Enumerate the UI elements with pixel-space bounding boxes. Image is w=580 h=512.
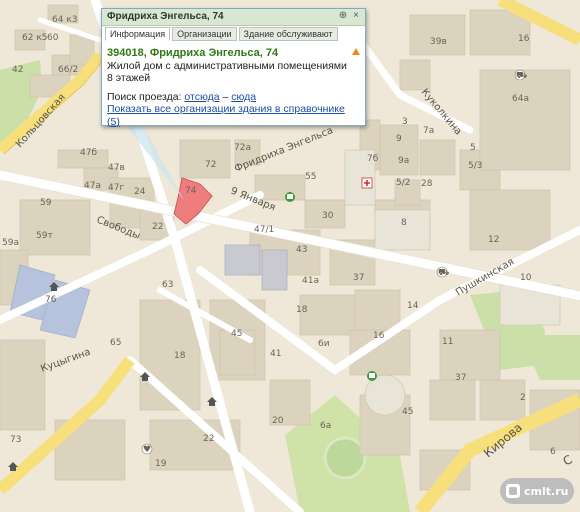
house-number: 42 xyxy=(12,65,23,75)
house-number: 62 к5 xyxy=(22,33,47,43)
house-number: 72а xyxy=(234,143,251,153)
house-number: 3 xyxy=(402,117,408,127)
park-fountain xyxy=(323,436,367,480)
house-number: 18 xyxy=(174,351,186,361)
route-label: Поиск проезда: xyxy=(107,90,182,103)
house-number: 16 xyxy=(373,331,385,341)
balloon-address: 394018, Фридриха Энгельса, 74 xyxy=(107,47,279,59)
shopping-cart-icon[interactable]: ⛟ xyxy=(514,69,527,81)
house-number: 76 xyxy=(45,295,57,305)
house-number: 2 xyxy=(520,393,526,403)
svg-text:⛟: ⛟ xyxy=(516,71,527,81)
tab-information[interactable]: Информация xyxy=(105,27,171,41)
clothes-icon[interactable]: ♥ xyxy=(141,443,153,455)
house-number: 18 xyxy=(296,305,308,315)
house-number: 6 xyxy=(550,447,556,457)
house-number: 59а xyxy=(2,238,19,248)
house-number: 10 xyxy=(520,273,532,283)
house-number: 72 xyxy=(205,160,216,170)
house-number: 74 xyxy=(185,186,197,196)
close-icon[interactable]: × xyxy=(350,10,362,22)
show-organizations-link[interactable]: Показать все организации здания в справо… xyxy=(107,103,359,128)
house-number: 73 xyxy=(10,435,21,445)
house-number: 19 xyxy=(155,459,167,469)
pin-icon[interactable]: ⊕ xyxy=(337,10,349,22)
balloon-header: Фридриха Энгельса, 74 ⊕ × xyxy=(102,9,365,26)
house-number: 7б xyxy=(367,154,379,164)
medical-cross-icon[interactable] xyxy=(361,177,373,189)
house-number: 64 к3 xyxy=(52,15,77,25)
tab-organizations[interactable]: Организации xyxy=(172,27,237,41)
house-number: 12 xyxy=(488,235,499,245)
house-number: 8 xyxy=(401,218,407,228)
house-number: 66/2 xyxy=(58,65,78,75)
house-number: 65 xyxy=(110,338,121,348)
route-from-link[interactable]: отсюда xyxy=(184,91,219,103)
house-number: 9а xyxy=(398,156,409,166)
house-number: 59 xyxy=(40,198,52,208)
house-number: 24 xyxy=(134,187,146,197)
svg-text:⛟: ⛟ xyxy=(438,268,449,278)
house-number: 30 xyxy=(322,211,334,221)
house-number: 11 xyxy=(442,337,453,347)
house-number: 59т xyxy=(36,231,53,241)
house-number: 22 xyxy=(203,434,214,444)
house-number: 45 xyxy=(231,329,242,339)
house-number: 47в xyxy=(108,163,125,173)
balloon-tabs: Информация Организации Здание обслуживаю… xyxy=(105,27,338,41)
tab-building-service[interactable]: Здание обслуживают xyxy=(238,27,338,41)
house-number: 22 xyxy=(152,222,163,232)
house-number: 6и xyxy=(318,339,330,349)
house-number: 37 xyxy=(455,373,466,383)
watermark-text: cmlt.ru xyxy=(524,484,569,498)
building-floors: 8 этажей xyxy=(107,72,151,84)
watermark: cmlt.ru xyxy=(500,478,574,504)
balloon-body: 394018, Фридриха Энгельса, 74 Жилой дом … xyxy=(107,47,359,128)
route-search-row: Поиск проезда: отсюда – сюда xyxy=(107,91,359,104)
house-number: 16 xyxy=(518,34,530,44)
house-number: 14 xyxy=(407,301,419,311)
house-number: 41 xyxy=(270,349,281,359)
house-number: 60 xyxy=(47,33,59,43)
house-number: 28 xyxy=(421,179,433,189)
house-number: 43 xyxy=(296,245,307,255)
watermark-logo-icon xyxy=(506,484,520,498)
svg-text:♥: ♥ xyxy=(143,445,151,455)
house-number: 7а xyxy=(423,126,434,136)
house-number: 47а xyxy=(84,181,101,191)
house-number: 37 xyxy=(353,273,364,283)
balloon-title: Фридриха Энгельса, 74 xyxy=(107,11,224,22)
house-number: 5/3 xyxy=(468,161,482,171)
house-number: 55 xyxy=(305,172,316,182)
house-number: 41а xyxy=(302,276,319,286)
house-number: 63 xyxy=(162,280,173,290)
house-number: 20 xyxy=(272,416,284,426)
house-number: 45 xyxy=(402,407,413,417)
house-number: 5/2 xyxy=(396,178,410,188)
route-to-link[interactable]: сюда xyxy=(231,91,256,103)
info-balloon[interactable]: Фридриха Энгельса, 74 ⊕ × Информация Орг… xyxy=(101,8,366,128)
house-number: 6а xyxy=(320,421,331,431)
bus-stop-icon[interactable] xyxy=(367,371,377,381)
building-description: Жилой дом с административными помещениям… xyxy=(107,59,347,72)
house-number: 47г xyxy=(108,183,124,193)
house-number: 47б xyxy=(80,148,97,158)
shopping-cart-icon[interactable]: ⛟ xyxy=(436,266,449,278)
house-number: 9 xyxy=(396,134,402,144)
house-number: 47/1 xyxy=(254,225,274,235)
house-number: 39в xyxy=(430,37,447,47)
house-number: 5 xyxy=(470,143,476,153)
house-number: 64а xyxy=(512,94,529,104)
route-dash: – xyxy=(222,90,229,103)
bus-stop-icon[interactable] xyxy=(285,192,295,202)
